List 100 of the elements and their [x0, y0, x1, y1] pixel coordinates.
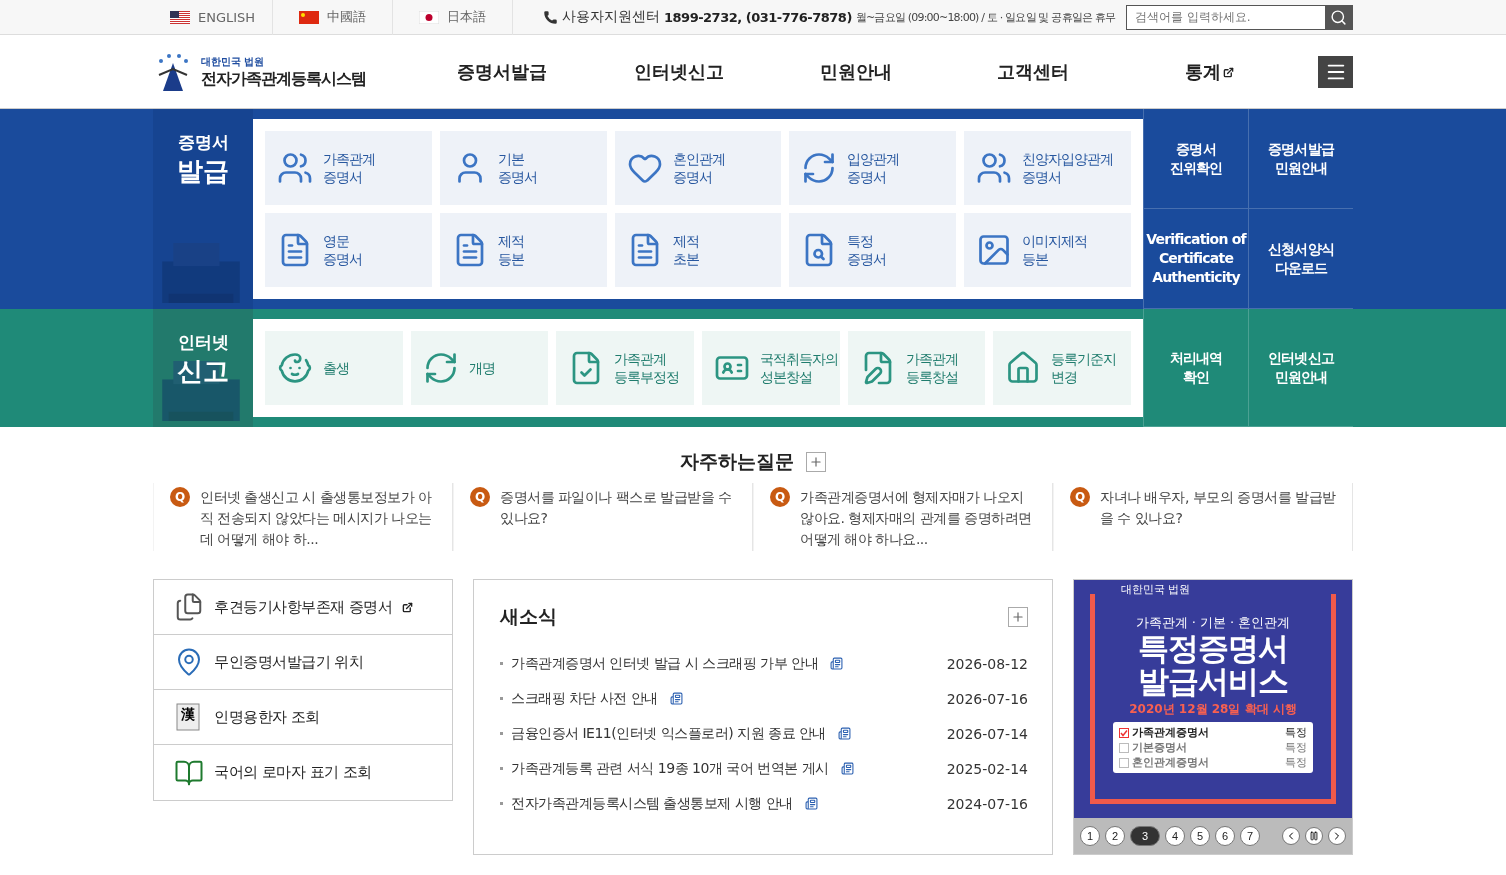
- quick-link[interactable]: 국어의 로마자 표기 조회: [154, 745, 452, 800]
- news-link[interactable]: 가족관계증명서 인터넷 발급 시 스크래핑 가부 안내: [511, 654, 819, 673]
- news-date: 2026-08-12: [946, 655, 1028, 672]
- service-tile[interactable]: 기본 증명서: [439, 131, 607, 205]
- page-button[interactable]: 5: [1190, 826, 1210, 846]
- quick-link-label: 인명용한자 조회: [214, 707, 320, 727]
- service-tile[interactable]: 가족관계 등록부정정: [556, 331, 694, 405]
- nav-link[interactable]: 고객센터: [944, 60, 1121, 84]
- service-tile[interactable]: 특정 증명서: [789, 213, 957, 287]
- faq-item[interactable]: Q 자녀나 배우자, 부모의 증명서를 발급받을 수 있나요?: [1053, 483, 1353, 551]
- pause-button[interactable]: [1305, 827, 1323, 845]
- article-icon: [837, 727, 851, 740]
- service-tile[interactable]: 제적 초본: [614, 213, 782, 287]
- question-badge: Q: [170, 487, 190, 507]
- service-tile[interactable]: 출생: [265, 331, 403, 405]
- service-tile[interactable]: 국적취득자의 성본창설: [702, 331, 840, 405]
- quick-link-label: 무인증명서발급기 위치: [214, 652, 364, 672]
- service-tile[interactable]: 제적 등본: [439, 213, 607, 287]
- service-tile[interactable]: 영문 증명서: [265, 213, 432, 287]
- nav-link[interactable]: 증명서발급: [413, 60, 590, 84]
- faq-item[interactable]: Q 가족관계증명서에 형제자매가 나오지 않아요. 형제자매의 관계를 증명하려면 어떻게 해야 하나요...: [753, 483, 1053, 551]
- page-button[interactable]: 1: [1080, 826, 1100, 846]
- more-button[interactable]: [806, 452, 826, 472]
- page-button[interactable]: 4: [1165, 826, 1185, 846]
- faq-question: 가족관계증명서에 형제자매가 나오지 않아요. 형제자매의 관계를 증명하려면 어떻게 해야 하나요...: [800, 488, 1033, 547]
- page-button[interactable]: 7: [1240, 826, 1260, 846]
- banner-headline: 발급서비스: [1138, 664, 1288, 698]
- option-mark: 특정: [1285, 740, 1307, 756]
- search-icon: [1330, 8, 1347, 26]
- next-button[interactable]: [1328, 827, 1346, 845]
- search-field[interactable]: 검색어를 입력하세요.: [1126, 4, 1353, 30]
- faq-question: 증명서를 파일이나 팩스로 발급받을 수 있나요?: [500, 488, 733, 528]
- quick-link[interactable]: 후견등기사항부존재 증명서: [154, 580, 452, 635]
- helpdesk-phone: 1899-2732, (031-776-7878): [664, 9, 852, 25]
- banner-date: 2020년 12월 28일 확대 시행: [1129, 701, 1297, 719]
- language-link[interactable]: 日本語: [393, 0, 513, 35]
- menu-button[interactable]: [1318, 56, 1353, 88]
- logo-subtitle: 대한민국 법원: [201, 54, 266, 69]
- option-label: 가족관계증명서: [1132, 725, 1209, 741]
- question-badge: Q: [1070, 487, 1090, 507]
- nav-link[interactable]: 인터넷신고: [590, 60, 767, 84]
- news-title: 새소식: [500, 604, 557, 629]
- banner-headline: 특정증명서: [1138, 632, 1288, 665]
- flag-icon: [169, 10, 190, 24]
- flag-icon: [419, 10, 439, 24]
- external-link-icon: [402, 601, 414, 613]
- service-tile[interactable]: 가족관계 등록창설: [847, 331, 986, 405]
- more-button[interactable]: [1008, 607, 1028, 627]
- news-link[interactable]: 금융인증서 IE11(인터넷 익스플로러) 지원 종료 안내: [511, 724, 826, 743]
- service-tile[interactable]: 가족관계 증명서: [265, 131, 432, 205]
- previous-button[interactable]: [1282, 827, 1300, 845]
- search-button[interactable]: [1325, 5, 1352, 29]
- faq-title: 자주하는질문: [680, 449, 794, 474]
- article-icon: [804, 797, 818, 810]
- section-title: 발급: [177, 155, 229, 188]
- option-label: 기본증명서: [1132, 740, 1187, 756]
- option-mark: 특정: [1285, 725, 1307, 741]
- phone-icon: [543, 9, 558, 25]
- news-date: 2024-07-16: [946, 795, 1028, 812]
- promo-banner[interactable]: 대한민국 법원 가족관계 · 기본 · 혼인관계 특정증명서 발급서비스 2020년 12월 28일 확대 시행 가족관계증명서 특정 기본증명서 특정 혼인관계증명서 특정: [1074, 580, 1352, 818]
- logo-title: 전자가족관계등록시스템: [201, 68, 366, 90]
- language-link[interactable]: ENGLISH: [153, 0, 273, 35]
- language-link[interactable]: 中國語: [273, 0, 393, 35]
- service-tile[interactable]: 개명: [410, 331, 549, 405]
- news-link[interactable]: 가족관계등록 관련 서식 19종 10개 국어 번역본 게시: [511, 759, 829, 778]
- service-tile[interactable]: 입양관계 증명서: [789, 131, 957, 205]
- article-icon: [840, 762, 854, 775]
- question-badge: Q: [770, 487, 790, 507]
- pause-icon: [1309, 831, 1319, 841]
- side-link[interactable]: 증명서 진위확인: [1143, 109, 1248, 209]
- service-tile[interactable]: 이미지제적 등본: [964, 213, 1131, 287]
- section-label: 증명서: [177, 131, 229, 154]
- news-link[interactable]: 전자가족관계등록시스템 출생통보제 시행 안내: [511, 794, 793, 813]
- page-button[interactable]: 6: [1215, 826, 1235, 846]
- side-link[interactable]: 인터넷신고 민원안내: [1248, 309, 1353, 427]
- plus-icon: [809, 455, 823, 469]
- faq-item[interactable]: Q 증명서를 파일이나 팩스로 발급받을 수 있나요?: [453, 483, 753, 551]
- side-link[interactable]: 처리내역 확인: [1143, 309, 1248, 427]
- nav-link[interactable]: 통계: [1121, 60, 1298, 84]
- faq-item[interactable]: Q 인터넷 출생신고 시 출생통보정보가 아직 전송되지 않았다는 메시지가 나오는데 어떻게 해야 하...: [153, 483, 453, 551]
- nav-link[interactable]: 민원안내: [767, 60, 944, 84]
- page-button[interactable]: 2: [1105, 826, 1125, 846]
- quick-link[interactable]: 漢 인명용한자 조회: [154, 690, 452, 745]
- page-button[interactable]: 3: [1130, 826, 1160, 846]
- documents-icon: [174, 592, 204, 622]
- service-tile[interactable]: 친양자입양관계 증명서: [964, 131, 1131, 205]
- plus-icon: [1011, 610, 1025, 624]
- article-icon: [669, 692, 683, 705]
- service-tile[interactable]: 혼인관계 증명서: [614, 131, 782, 205]
- external-link-icon: [1223, 66, 1234, 78]
- quick-link[interactable]: 무인증명서발급기 위치: [154, 635, 452, 690]
- side-link[interactable]: 증명서발급 민원안내: [1248, 109, 1353, 209]
- news-link[interactable]: 스크래핑 차단 사전 안내: [511, 689, 658, 708]
- banner-subtitle: 가족관계 · 기본 · 혼인관계: [1135, 614, 1291, 632]
- quick-link-label: 국어의 로마자 표기 조회: [214, 763, 372, 782]
- flag-icon: [299, 10, 319, 24]
- article-icon: [830, 657, 844, 670]
- service-tile[interactable]: 등록기준지 변경: [993, 331, 1131, 405]
- people-icon: [976, 150, 1013, 186]
- baby-icon: [277, 350, 313, 386]
